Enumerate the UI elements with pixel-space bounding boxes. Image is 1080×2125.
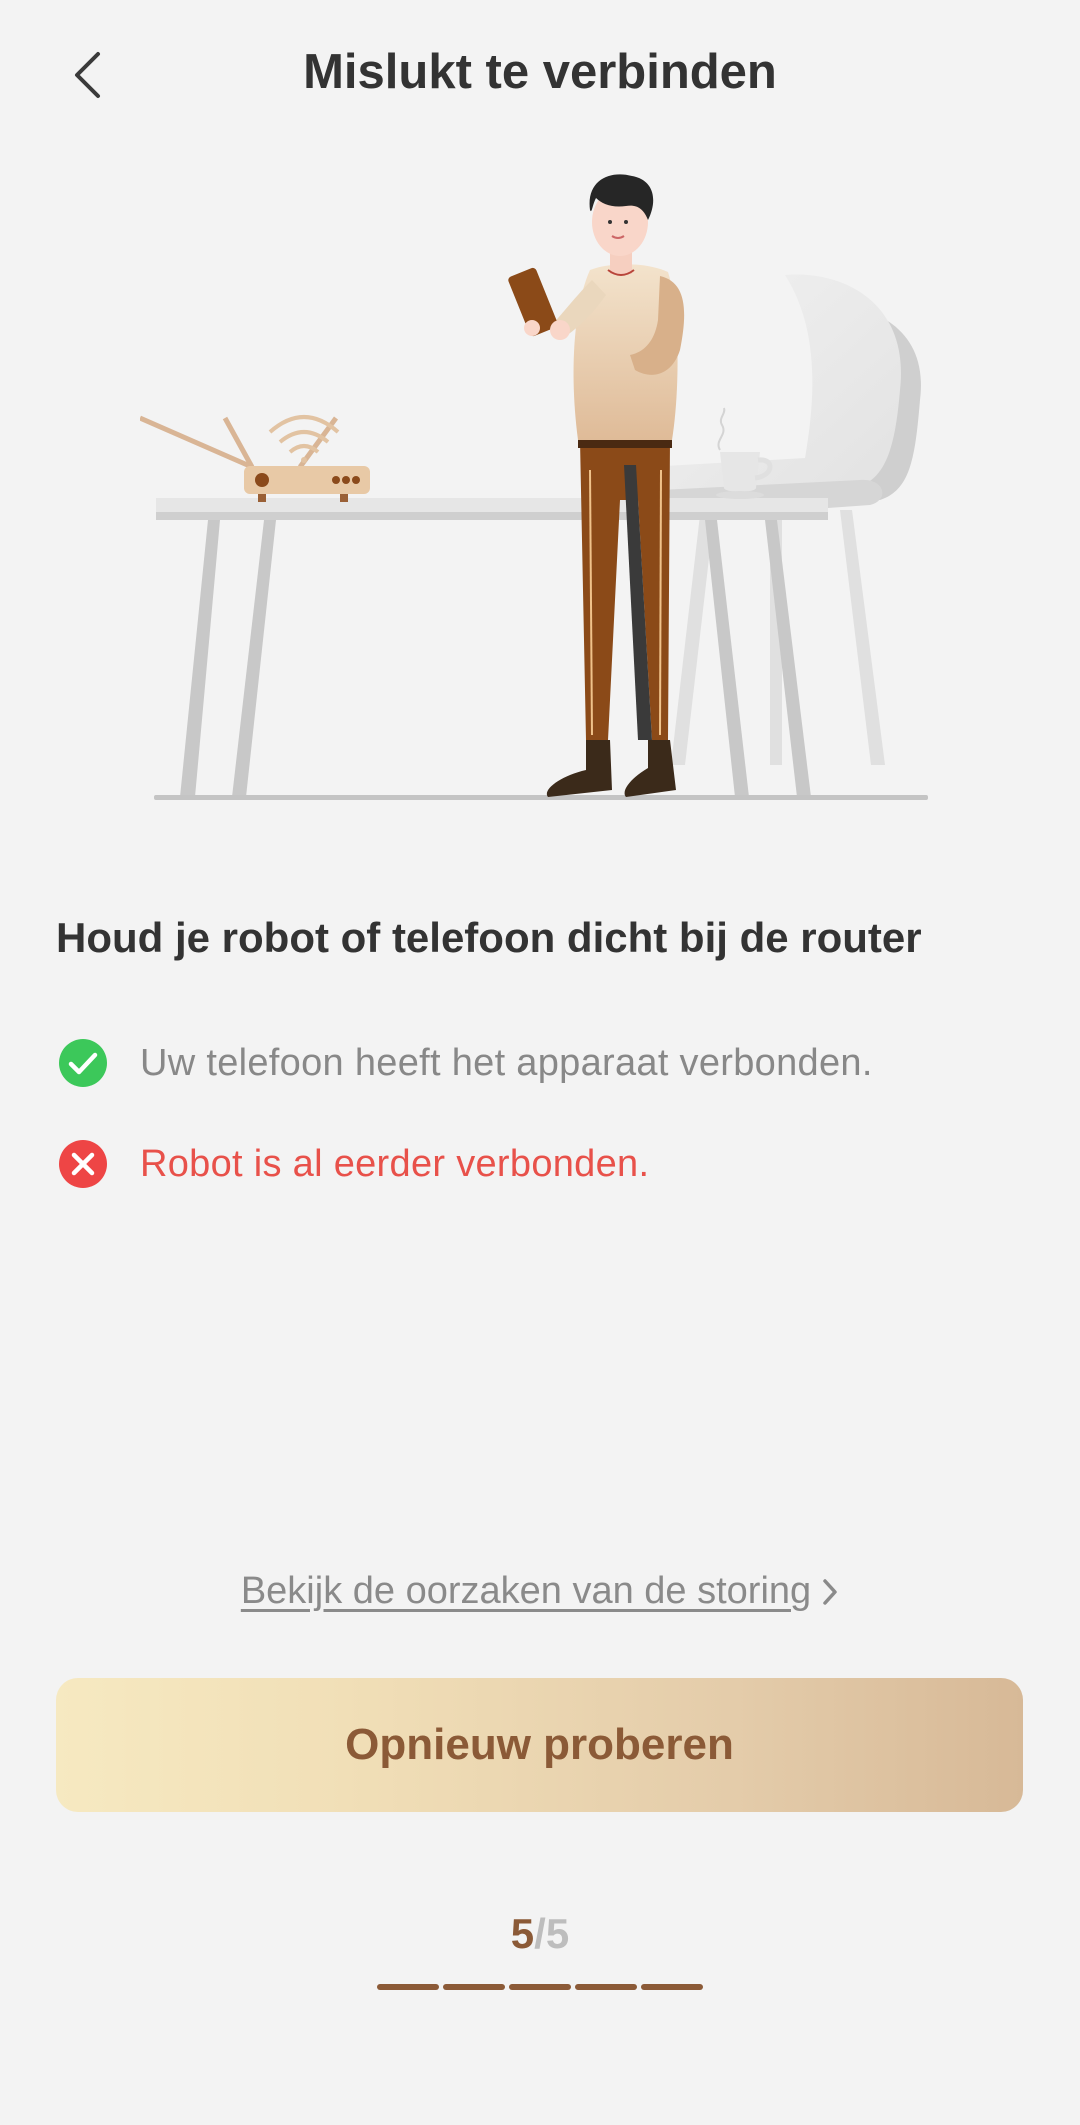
step-counter: 5/5 bbox=[0, 1910, 1080, 1958]
error-text: Robot is al eerder verbonden. bbox=[140, 1142, 650, 1185]
chevron-right-icon bbox=[823, 1578, 837, 1605]
tip-heading: Houd je robot of telefoon dicht bij de r… bbox=[56, 914, 922, 961]
step-progress-bars bbox=[377, 1984, 703, 1990]
check-text: Uw telefoon heeft het apparaat verbonden… bbox=[140, 1041, 873, 1084]
error-circle-icon bbox=[59, 1140, 107, 1188]
router-icon bbox=[140, 415, 370, 502]
phone-connected-check: Uw telefoon heeft het apparaat verbonden… bbox=[58, 1038, 873, 1088]
connection-failed-screen: Mislukt te verbinden Houd je robot of te… bbox=[0, 0, 1080, 2125]
retry-button-label: Opnieuw proberen bbox=[345, 1720, 734, 1769]
total-steps: 5 bbox=[545, 1910, 570, 1957]
person-router-illustration bbox=[140, 174, 928, 800]
retry-button[interactable]: Opnieuw proberen bbox=[56, 1678, 1023, 1812]
header: Mislukt te verbinden bbox=[0, 0, 1080, 145]
page-title: Mislukt te verbinden bbox=[303, 45, 777, 99]
check-circle-icon bbox=[59, 1039, 107, 1087]
step-bar bbox=[641, 1984, 703, 1990]
cause-link-label[interactable]: Bekijk de oorzaken van de storing bbox=[241, 1570, 811, 1613]
table bbox=[154, 498, 928, 800]
current-step: 5 bbox=[510, 1910, 535, 1957]
step-bar bbox=[509, 1984, 571, 1990]
step-bar bbox=[575, 1984, 637, 1990]
robot-connected-check: Robot is al eerder verbonden. bbox=[58, 1139, 649, 1189]
step-bar bbox=[443, 1984, 505, 1990]
step-bar bbox=[377, 1984, 439, 1990]
step-separator: / bbox=[534, 1910, 546, 1957]
person-illustration bbox=[508, 174, 685, 797]
view-failure-causes-link[interactable]: Bekijk de oorzaken van de storing bbox=[0, 1570, 1080, 1613]
